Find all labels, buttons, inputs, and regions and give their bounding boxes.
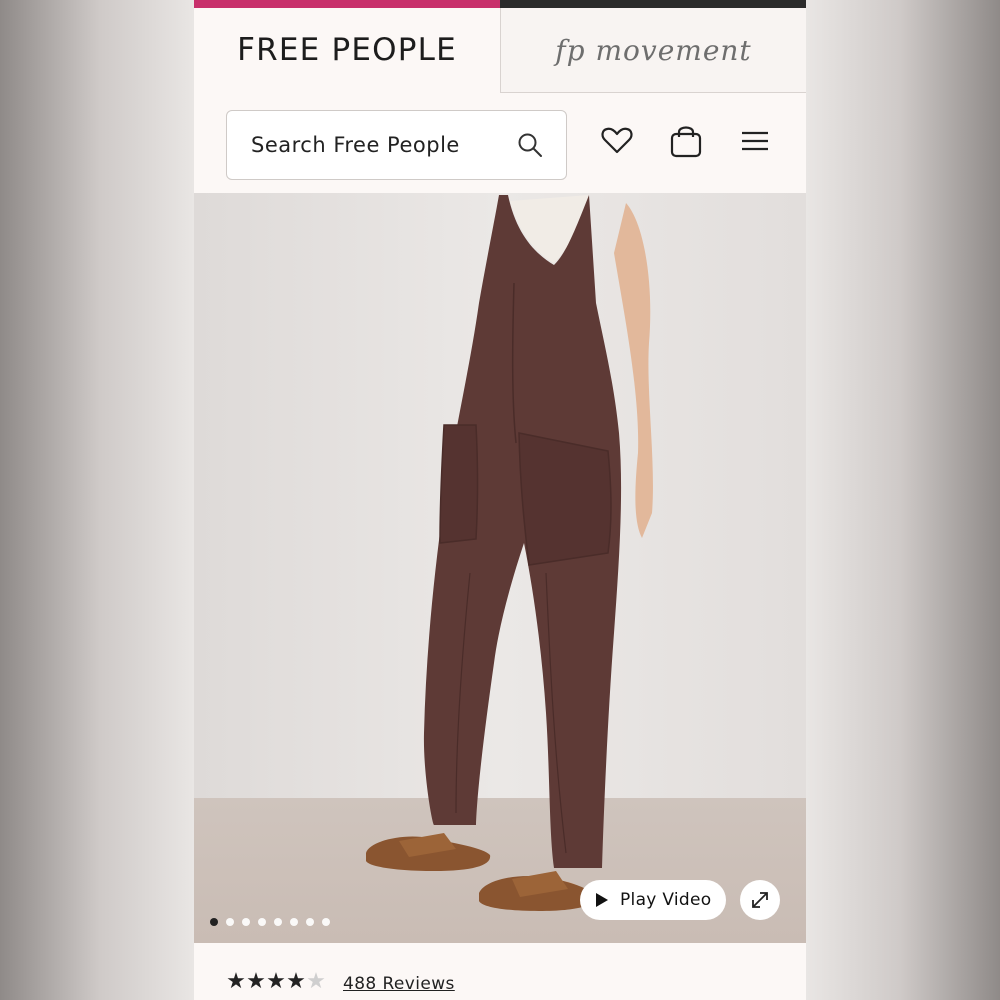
header-toolbar: Search Free People — [194, 93, 806, 193]
expand-icon — [752, 892, 768, 908]
play-video-label: Play Video — [620, 890, 712, 910]
search-placeholder: Search Free People — [251, 133, 460, 157]
mobile-page: FREE PEOPLE fp movement Search Free Peop… — [194, 0, 806, 1000]
search-icon[interactable] — [516, 131, 544, 159]
top-bar — [194, 0, 806, 8]
gallery-dot[interactable] — [274, 918, 282, 926]
star-icon: ★ — [246, 969, 266, 994]
brand-logo: FREE PEOPLE — [237, 32, 457, 68]
brand-tab-fp-movement[interactable]: fp movement — [500, 8, 806, 93]
gallery-dot[interactable] — [322, 918, 330, 926]
gallery-dot[interactable] — [210, 918, 218, 926]
brand-tab-free-people[interactable]: FREE PEOPLE — [194, 8, 500, 92]
bag-icon[interactable] — [666, 121, 706, 161]
expand-image-button[interactable] — [740, 880, 780, 920]
star-icon: ★ — [266, 969, 286, 994]
reviews-link[interactable]: 488 Reviews — [343, 974, 455, 994]
active-tab-indicator — [194, 0, 500, 8]
product-photo — [194, 193, 806, 943]
gallery-pagination — [210, 918, 330, 926]
gallery-dot[interactable] — [290, 918, 298, 926]
gallery-dot[interactable] — [242, 918, 250, 926]
heart-icon[interactable] — [597, 121, 637, 161]
product-image-gallery[interactable]: Play Video — [194, 193, 806, 943]
play-video-button[interactable]: Play Video — [580, 880, 726, 920]
star-icon: ★ — [286, 969, 306, 994]
star-icon: ★ — [306, 969, 326, 994]
menu-icon[interactable] — [735, 121, 775, 161]
gallery-dot[interactable] — [226, 918, 234, 926]
movement-logo: fp movement — [555, 33, 752, 67]
play-icon — [596, 893, 608, 907]
gallery-dot[interactable] — [306, 918, 314, 926]
search-input[interactable]: Search Free People — [226, 110, 567, 180]
star-icon: ★ — [226, 969, 246, 994]
product-rating-row: ★ ★ ★ ★ ★ 488 Reviews — [194, 943, 806, 1000]
star-rating: ★ ★ ★ ★ ★ — [226, 971, 326, 993]
gallery-dot[interactable] — [258, 918, 266, 926]
